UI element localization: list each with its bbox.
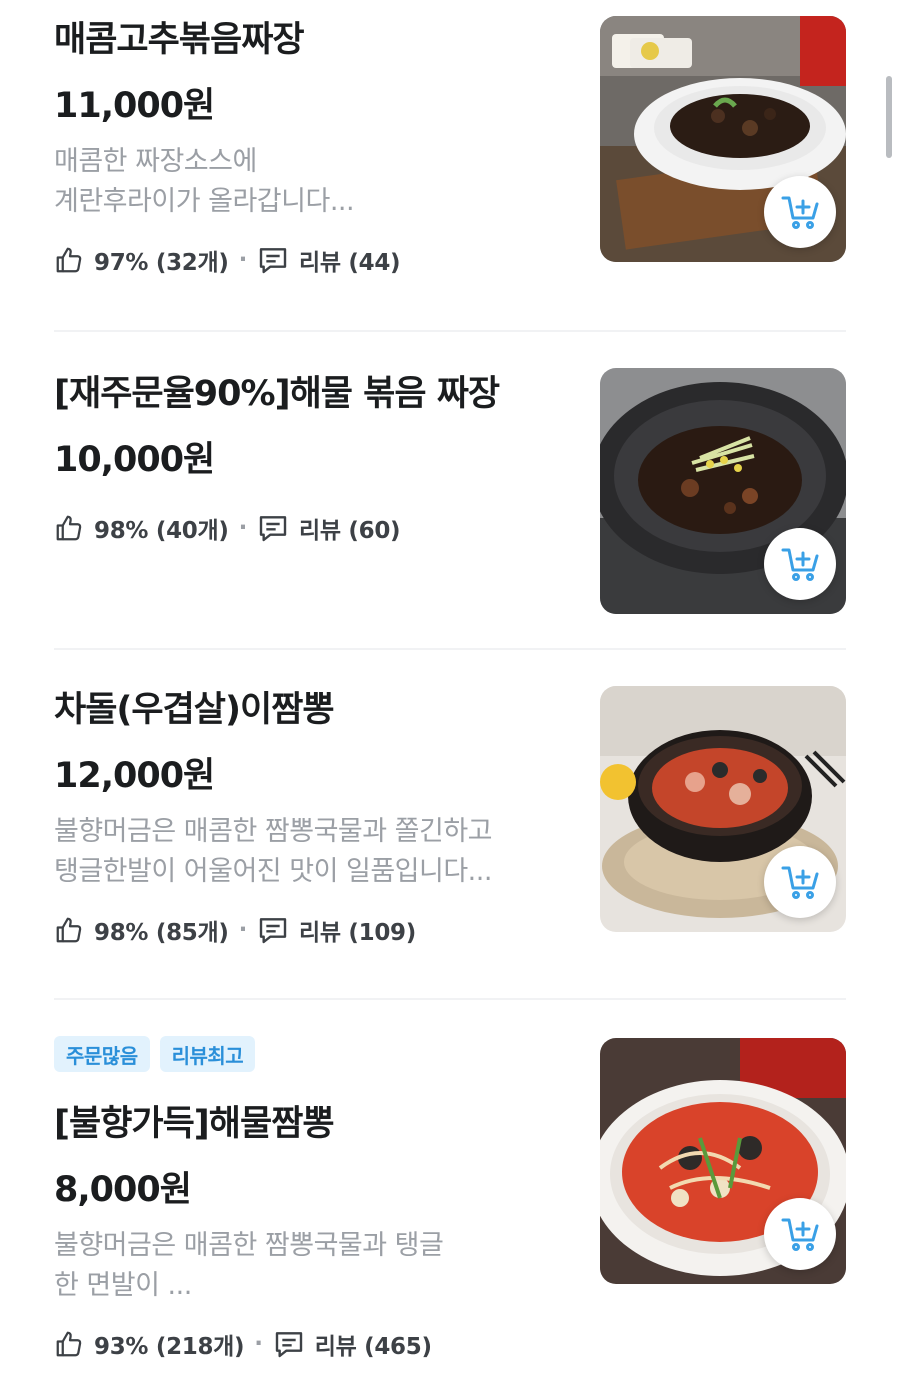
menu-item-stats: 98% (85개) · 리뷰 (109) <box>54 910 574 950</box>
divider <box>54 998 846 1000</box>
cart-add-icon <box>781 548 819 581</box>
speech-bubble-icon <box>259 248 287 274</box>
thumbs-up-icon <box>56 247 82 273</box>
tag-popular-order: 주문많음 <box>54 1036 150 1072</box>
separator-dot: · <box>238 917 248 943</box>
menu-item-photo[interactable] <box>600 368 846 614</box>
menu-item-description: 불향머금은 매콤한 짬뽕국물과 탱글 한 면발이 ... <box>54 1226 554 1306</box>
menu-item-description-line: 매콤한 짜장소스에 <box>54 146 257 177</box>
review-link[interactable]: 리뷰 (60) <box>299 511 401 545</box>
menu-item-photo[interactable] <box>600 16 846 262</box>
menu-item-description-line: 한 면발이 ... <box>54 1270 192 1301</box>
thumbs-up-icon <box>56 917 82 943</box>
menu-item-photo[interactable] <box>600 686 846 932</box>
scrollbar[interactable] <box>886 76 892 158</box>
cart-add-icon <box>781 1218 819 1251</box>
menu-item-name: [불향가득]해물짬뽕 <box>54 1104 335 1144</box>
speech-bubble-icon <box>275 1332 302 1358</box>
menu-item-photo[interactable] <box>600 1038 846 1284</box>
menu-item-info: 주문많음 리뷰최고 [불향가득]해물짬뽕 8,000원 불향머금은 매콤한 짬뽕… <box>54 1036 574 1364</box>
menu-item[interactable]: 차돌(우겹살)이짬뽕 12,000원 불향머금은 매콤한 짬뽕국물과 쫄긴하고 … <box>54 686 846 946</box>
separator-dot: · <box>238 515 248 541</box>
add-to-cart-button[interactable] <box>764 528 836 600</box>
speech-bubble-icon <box>259 516 287 542</box>
menu-item-price: 11,000원 <box>54 86 215 126</box>
rating-text: 98% (40개) <box>94 518 229 544</box>
tag-best-review: 리뷰최고 <box>159 1036 256 1072</box>
menu-item-name: [재주문율90%]해물 볶음 짜장 <box>54 374 500 414</box>
cart-add-icon <box>781 196 819 229</box>
thumbs-up-icon <box>56 1331 82 1357</box>
menu-item-price: 12,000원 <box>54 756 215 796</box>
menu-item-description: 매콤한 짜장소스에 계란후라이가 올라갑니다... <box>54 142 554 222</box>
divider <box>54 648 846 650</box>
menu-item[interactable]: [재주문율90%]해물 볶음 짜장 10,000원 98% (40개) · 리뷰… <box>54 368 846 618</box>
rating-text: 97% (32개) <box>94 250 229 276</box>
thumbs-up-icon <box>56 515 82 541</box>
menu-item-name: 차돌(우겹살)이짬뽕 <box>54 690 335 730</box>
menu-item-name: 매콤고추볶음짜장 <box>54 20 305 60</box>
menu-item-price: 10,000원 <box>54 440 215 480</box>
menu-item-stats: 97% (32개) · 리뷰 (44) <box>54 240 574 280</box>
menu-item-stats: 93% (218개) · 리뷰 (465) <box>54 1324 574 1364</box>
separator-dot: · <box>254 1331 263 1357</box>
menu-item-description: 불향머금은 매콤한 짬뽕국물과 쫄긴하고 탱글한발이 어울어진 맛이 일품입니다… <box>54 812 554 892</box>
menu-item[interactable]: 주문많음 리뷰최고 [불향가득]해물짬뽕 8,000원 불향머금은 매콤한 짬뽕… <box>54 1036 846 1376</box>
menu-item-tags: 주문많음 리뷰최고 <box>54 1036 574 1072</box>
divider <box>54 330 846 332</box>
menu-list-page: 매콤고추볶음짜장 11,000원 매콤한 짜장소스에 계란후라이가 올라갑니다.… <box>0 0 900 1383</box>
menu-item-description-line: 불향머금은 매콤한 짬뽕국물과 쫄긴하고 <box>54 816 493 847</box>
review-link[interactable]: 리뷰 (109) <box>299 913 416 947</box>
add-to-cart-button[interactable] <box>764 176 836 248</box>
add-to-cart-button[interactable] <box>764 1198 836 1270</box>
separator-dot: · <box>238 247 248 273</box>
review-link[interactable]: 리뷰 (465) <box>315 1327 432 1361</box>
menu-item-price: 8,000원 <box>54 1170 192 1210</box>
add-to-cart-button[interactable] <box>764 846 836 918</box>
menu-item-description-line: 계란후라이가 올라갑니다... <box>54 186 355 217</box>
menu-item[interactable]: 매콤고추볶음짜장 11,000원 매콤한 짜장소스에 계란후라이가 올라갑니다.… <box>54 16 846 276</box>
speech-bubble-icon <box>259 918 287 944</box>
menu-item-info: 매콤고추볶음짜장 11,000원 매콤한 짜장소스에 계란후라이가 올라갑니다.… <box>54 16 574 280</box>
cart-add-icon <box>781 866 819 899</box>
rating-text: 93% (218개) <box>94 1334 245 1360</box>
rating-text: 98% (85개) <box>94 920 229 946</box>
review-link[interactable]: 리뷰 (44) <box>299 243 401 277</box>
menu-item-stats: 98% (40개) · 리뷰 (60) <box>54 508 574 548</box>
menu-item-description-line: 불향머금은 매콤한 짬뽕국물과 탱글 <box>54 1230 444 1261</box>
menu-item-info: 차돌(우겹살)이짬뽕 12,000원 불향머금은 매콤한 짬뽕국물과 쫄긴하고 … <box>54 686 574 950</box>
menu-item-description-line: 탱글한발이 어울어진 맛이 일품입니다... <box>54 856 492 887</box>
menu-item-info: [재주문율90%]해물 볶음 짜장 10,000원 98% (40개) · 리뷰… <box>54 368 574 548</box>
